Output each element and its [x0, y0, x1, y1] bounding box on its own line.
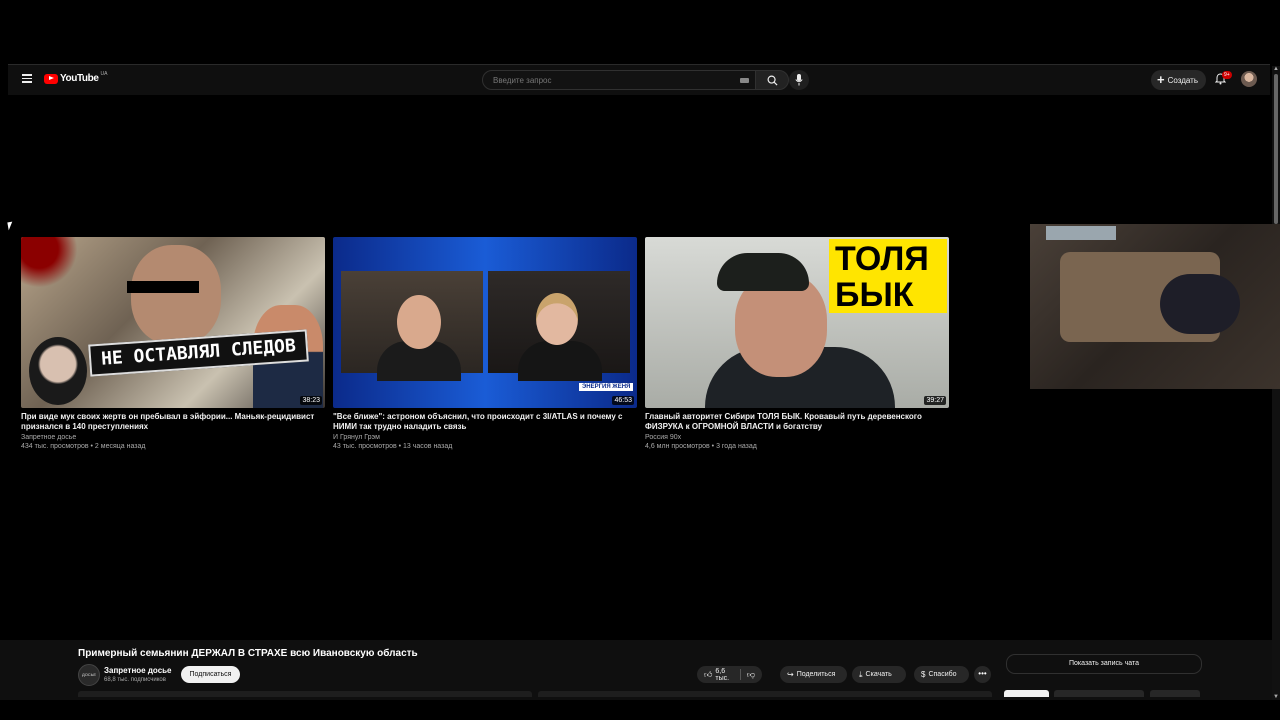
thumb-art	[518, 341, 602, 381]
description-box[interactable]	[78, 691, 532, 697]
thumb-art	[29, 337, 87, 405]
thanks-label: Спасибо	[928, 671, 957, 678]
more-actions-icon[interactable]: •••	[974, 666, 991, 683]
thumb-art	[536, 293, 578, 345]
subscribe-button[interactable]: Подписаться	[181, 666, 240, 683]
user-avatar[interactable]	[1241, 71, 1257, 87]
hamburger-menu-icon[interactable]	[22, 74, 32, 83]
video-channel[interactable]: Россия 90х	[645, 434, 949, 441]
scroll-up-arrow-icon[interactable]: ▲	[1273, 66, 1279, 72]
channel-name[interactable]: Запретное досье	[104, 666, 172, 675]
video-thumbnail[interactable]: ТОЛЯ БЫК 39:27	[645, 237, 949, 408]
youtube-play-icon	[44, 73, 58, 84]
share-arrow-icon: ↪	[787, 670, 794, 679]
share-label: Поделиться	[796, 671, 836, 678]
subscriber-count: 68,8 тыс. подписчиков	[104, 677, 166, 683]
thumb-art	[341, 271, 483, 381]
thumbs-up-icon[interactable]: 👍︎	[704, 670, 712, 680]
notification-badge: 9+	[1222, 71, 1232, 79]
microphone-icon	[795, 74, 803, 86]
video-card[interactable]: ЭНЕРГИЯ ЖЕНЯ 46:53 "Все ближе": астроном…	[333, 237, 637, 450]
channel-avatar[interactable]: ДОСЬЕ	[78, 664, 100, 686]
video-frame-art	[1046, 226, 1116, 240]
scroll-down-arrow-icon[interactable]: ▼	[1273, 694, 1279, 700]
search-box	[482, 70, 756, 90]
dollar-heart-icon: $	[921, 670, 926, 679]
create-button[interactable]: + Создать	[1151, 70, 1206, 90]
top-bar: YouTube UA + Создать 9+	[8, 64, 1270, 95]
search-button[interactable]	[755, 70, 789, 90]
mouse-cursor-icon	[7, 221, 14, 231]
logo-text: YouTube	[60, 73, 99, 84]
thumbnail-caption: ТОЛЯ БЫК	[829, 239, 947, 313]
video-meta: 4,6 млн просмотров • 3 года назад	[645, 443, 757, 450]
video-duration: 46:53	[612, 396, 634, 405]
filter-chip[interactable]	[1054, 690, 1144, 697]
video-title[interactable]: "Все ближе": астроном объяснил, что прои…	[333, 412, 637, 432]
video-title[interactable]: При виде мук своих жертв он пребывал в э…	[21, 412, 325, 432]
voice-search-button[interactable]	[789, 70, 809, 90]
share-button[interactable]: ↪ Поделиться	[780, 666, 847, 683]
video-meta: 43 тыс. просмотров • 13 часов назад	[333, 443, 453, 450]
search-icon	[767, 75, 778, 86]
filter-chip[interactable]	[1150, 690, 1200, 697]
video-info-panel: Примерный семьянин ДЕРЖАЛ В СТРАХЕ всю И…	[0, 640, 1272, 700]
video-duration: 39:27	[924, 396, 946, 405]
download-label: Скачать	[865, 671, 892, 678]
video-channel[interactable]: И Грянул Грэм	[333, 434, 637, 441]
download-icon: ⤓	[859, 669, 863, 679]
divider	[740, 669, 741, 680]
filter-chip[interactable]	[1004, 690, 1049, 697]
player-video-title: Примерный семьянин ДЕРЖАЛ В СТРАХЕ всю И…	[78, 648, 418, 659]
search-input[interactable]	[491, 75, 725, 86]
video-thumbnail[interactable]: НЕ ОСТАВЛЯЛ СЛЕДОВ 38:23	[21, 237, 325, 408]
thumbnail-caption: ЭНЕРГИЯ ЖЕНЯ	[579, 383, 634, 391]
thumb-art	[127, 281, 199, 293]
thumb-art	[21, 237, 81, 297]
video-title[interactable]: Главный авторитет Сибири ТОЛЯ БЫК. Крова…	[645, 412, 949, 432]
thanks-button[interactable]: $ Спасибо	[914, 666, 969, 683]
show-chat-replay-button[interactable]: Показать запись чата	[1006, 654, 1202, 674]
thumb-art	[397, 295, 441, 349]
scrollbar-thumb[interactable]	[1274, 74, 1278, 224]
youtube-logo[interactable]: YouTube UA	[44, 70, 108, 84]
thumbs-down-icon[interactable]: 👎︎	[747, 670, 755, 680]
thumb-art	[488, 271, 630, 381]
download-button[interactable]: ⤓ Скачать	[852, 666, 906, 683]
video-frame-art	[1160, 274, 1240, 334]
video-meta: 434 тыс. просмотров • 2 месяца назад	[21, 443, 146, 450]
thumb-art	[717, 253, 809, 291]
video-channel[interactable]: Запретное досье	[21, 434, 325, 441]
comments-box[interactable]	[538, 691, 992, 697]
video-card[interactable]: ТОЛЯ БЫК 39:27 Главный авторитет Сибири …	[645, 237, 949, 450]
video-thumbnail[interactable]: ЭНЕРГИЯ ЖЕНЯ 46:53	[333, 237, 637, 408]
thumb-art	[131, 245, 221, 345]
video-duration: 38:23	[300, 396, 322, 405]
like-count[interactable]: 6,6 тыс.	[715, 668, 734, 682]
side-video-frame[interactable]	[1030, 224, 1280, 389]
like-dislike-group: 👍︎ 6,6 тыс. 👎︎	[697, 666, 762, 683]
create-label: Создать	[1167, 75, 1198, 85]
video-card[interactable]: НЕ ОСТАВЛЯЛ СЛЕДОВ 38:23 При виде мук св…	[21, 237, 325, 450]
logo-country-code: UA	[100, 70, 108, 77]
plus-icon: +	[1157, 72, 1165, 87]
keyboard-icon[interactable]	[740, 78, 749, 83]
